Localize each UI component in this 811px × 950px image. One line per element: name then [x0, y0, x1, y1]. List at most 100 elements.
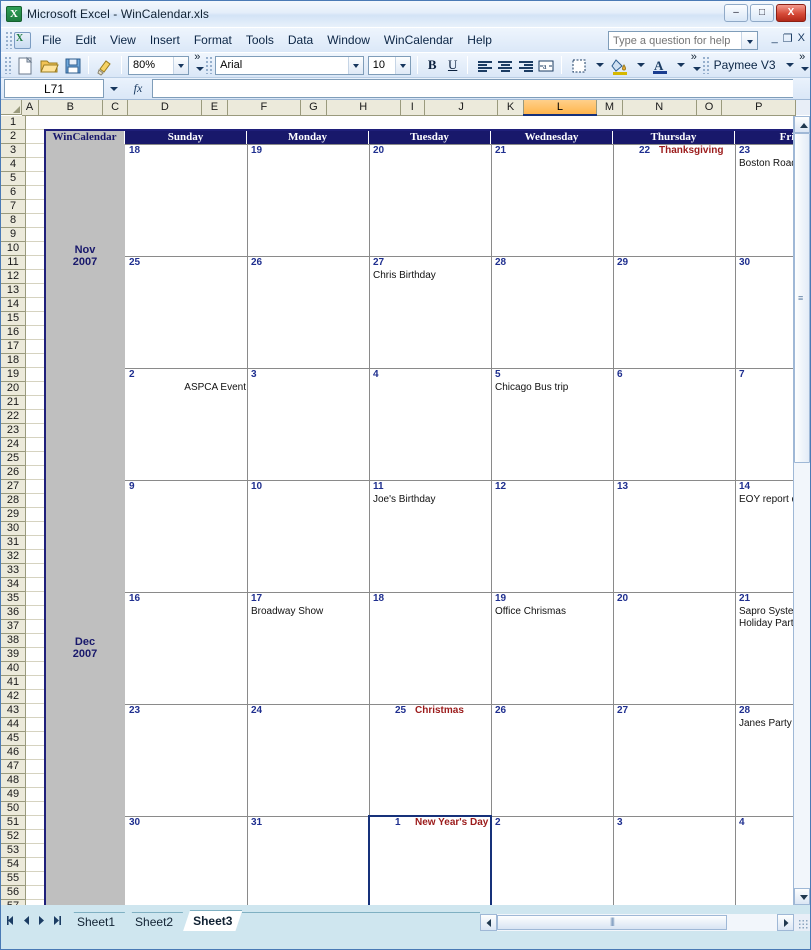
row-header-16[interactable]: 16 [1, 326, 26, 340]
row-header-57[interactable]: 57 [1, 900, 26, 905]
row-header-50[interactable]: 50 [1, 802, 26, 816]
row-header-28[interactable]: 28 [1, 494, 26, 508]
ask-a-question-input[interactable] [609, 32, 741, 49]
fill-color-dropdown-icon[interactable] [631, 55, 647, 75]
row-header-18[interactable]: 18 [1, 354, 26, 368]
doc-minimize-button[interactable]: _ [772, 32, 778, 45]
align-center-icon[interactable] [493, 54, 513, 76]
menu-item-insert[interactable]: Insert [143, 30, 187, 50]
row-header-56[interactable]: 56 [1, 886, 26, 900]
horizontal-scroll-thumb[interactable] [497, 915, 727, 930]
chevron-down-icon[interactable] [347, 56, 363, 74]
formatting-toolbar-overflow[interactable] [690, 51, 701, 76]
row-header-53[interactable]: 53 [1, 844, 26, 858]
row-header-36[interactable]: 36 [1, 606, 26, 620]
row-header-2[interactable]: 2 [1, 130, 26, 144]
row-header-33[interactable]: 33 [1, 564, 26, 578]
select-all-corner[interactable] [1, 100, 22, 115]
menu-item-data[interactable]: Data [281, 30, 320, 50]
vertical-scroll-thumb[interactable] [794, 133, 810, 463]
row-header-17[interactable]: 17 [1, 340, 26, 354]
row-header-7[interactable]: 7 [1, 200, 26, 214]
row-header-49[interactable]: 49 [1, 788, 26, 802]
row-header-52[interactable]: 52 [1, 830, 26, 844]
standard-toolbar-overflow[interactable] [193, 51, 205, 76]
name-box-dropdown-icon[interactable] [104, 79, 124, 99]
row-header-10[interactable]: 10 [1, 242, 26, 256]
menu-item-tools[interactable]: Tools [239, 30, 281, 50]
addin-dropdown-icon[interactable] [780, 55, 796, 75]
scroll-down-icon[interactable] [794, 888, 810, 905]
row-header-22[interactable]: 22 [1, 410, 26, 424]
addin-paymee-button[interactable]: Paymee V3 [710, 56, 780, 74]
row-header-11[interactable]: 11 [1, 256, 26, 270]
zoom-combo[interactable]: 80% [128, 55, 190, 75]
last-sheet-icon[interactable] [49, 912, 64, 929]
row-header-51[interactable]: 51 [1, 816, 26, 830]
font-size-combo[interactable]: 10 [367, 55, 411, 75]
row-header-31[interactable]: 31 [1, 536, 26, 550]
row-header-26[interactable]: 26 [1, 466, 26, 480]
horizontal-scrollbar[interactable] [480, 914, 810, 931]
column-header-i[interactable]: I [400, 100, 425, 116]
borders-icon[interactable] [567, 54, 589, 76]
row-header-42[interactable]: 42 [1, 690, 26, 704]
borders-dropdown-icon[interactable] [590, 55, 606, 75]
next-sheet-icon[interactable] [34, 912, 49, 929]
insert-function-icon[interactable]: fx [124, 81, 152, 96]
formula-input[interactable] [152, 79, 793, 98]
bold-button[interactable]: B [423, 54, 441, 76]
row-header-23[interactable]: 23 [1, 424, 26, 438]
column-header-l[interactable]: L [523, 100, 598, 116]
row-header-13[interactable]: 13 [1, 284, 26, 298]
font-color-dropdown-icon[interactable] [671, 55, 687, 75]
row-header-3[interactable]: 3 [1, 144, 26, 158]
row-header-34[interactable]: 34 [1, 578, 26, 592]
font-color-icon[interactable]: A [648, 54, 670, 76]
font-name-combo[interactable]: Arial [215, 55, 364, 75]
row-header-14[interactable]: 14 [1, 298, 26, 312]
row-header-8[interactable]: 8 [1, 214, 26, 228]
maximize-button[interactable]: □ [750, 4, 774, 22]
row-header-45[interactable]: 45 [1, 732, 26, 746]
align-right-icon[interactable] [514, 54, 533, 76]
horizontal-scroll-track[interactable] [497, 914, 777, 931]
row-header-4[interactable]: 4 [1, 158, 26, 172]
chevron-down-icon[interactable] [394, 56, 410, 74]
row-header-9[interactable]: 9 [1, 228, 26, 242]
row-header-55[interactable]: 55 [1, 872, 26, 886]
row-header-47[interactable]: 47 [1, 760, 26, 774]
row-header-15[interactable]: 15 [1, 312, 26, 326]
minimize-button[interactable]: – [724, 4, 748, 22]
row-header-27[interactable]: 27 [1, 480, 26, 494]
row-header-6[interactable]: 6 [1, 186, 26, 200]
doc-restore-button[interactable]: ❐ [783, 32, 793, 45]
sheet-tab-sheet2[interactable]: Sheet2 [125, 912, 183, 931]
column-header-p[interactable]: P [721, 100, 797, 116]
ask-a-question-box[interactable] [608, 31, 758, 50]
close-button[interactable]: X [776, 4, 806, 22]
scroll-right-icon[interactable] [777, 914, 794, 931]
menu-item-help[interactable]: Help [460, 30, 499, 50]
format-painter-icon[interactable] [94, 54, 116, 76]
column-header-o[interactable]: O [696, 100, 723, 116]
row-header-12[interactable]: 12 [1, 270, 26, 284]
sheet-tab-sheet3[interactable]: Sheet3 [183, 910, 242, 931]
row-header-24[interactable]: 24 [1, 438, 26, 452]
column-header-m[interactable]: M [596, 100, 623, 116]
row-header-19[interactable]: 19 [1, 368, 26, 382]
name-box[interactable]: L71 [4, 79, 104, 98]
open-folder-icon[interactable] [37, 54, 59, 76]
addin-toolbar-overflow[interactable] [798, 51, 809, 76]
row-header-20[interactable]: 20 [1, 382, 26, 396]
row-header-40[interactable]: 40 [1, 662, 26, 676]
vertical-scroll-track[interactable] [794, 133, 810, 888]
menu-item-view[interactable]: View [103, 30, 143, 50]
row-header-5[interactable]: 5 [1, 172, 26, 186]
menu-item-window[interactable]: Window [320, 30, 377, 50]
row-header-21[interactable]: 21 [1, 396, 26, 410]
scroll-up-icon[interactable] [794, 116, 810, 133]
sheet-tab-sheet1[interactable]: Sheet1 [67, 912, 125, 931]
row-header-29[interactable]: 29 [1, 508, 26, 522]
column-header-h[interactable]: H [326, 100, 401, 116]
